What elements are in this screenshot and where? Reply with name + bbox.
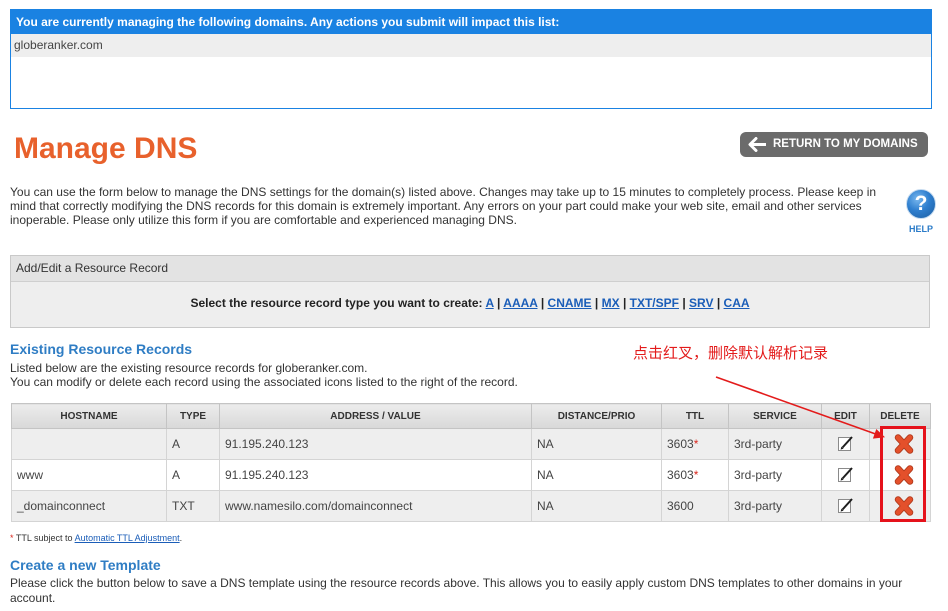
table-row: www A 91.195.240.123 NA 3603* 3rd-party <box>11 459 931 491</box>
cell-address: www.namesilo.com/domainconnect <box>219 490 532 522</box>
edit-icon[interactable] <box>836 496 856 516</box>
help-link[interactable]: ? HELP <box>904 189 938 235</box>
column-header-distance: DISTANCE/PRIO <box>531 403 662 429</box>
cell-delete <box>869 428 931 460</box>
create-template-description: Please click the button below to save a … <box>10 576 903 605</box>
cell-type: TXT <box>166 490 220 522</box>
ttl-value: 3603 <box>667 468 694 482</box>
add-edit-panel-title: Add/Edit a Resource Record <box>11 256 929 282</box>
separator: | <box>716 296 721 310</box>
separator: | <box>540 296 545 310</box>
cell-hostname: _domainconnect <box>11 490 167 522</box>
ttl-asterisk: * <box>693 468 699 482</box>
cell-service: 3rd-party <box>728 490 822 522</box>
record-type-link-aaaa[interactable]: AAAA <box>503 296 537 310</box>
separator: | <box>497 296 501 310</box>
managed-domain-item: globeranker.com <box>11 34 931 57</box>
column-header-edit: EDIT <box>821 403 870 429</box>
add-edit-record-panel: Add/Edit a Resource Record Select the re… <box>10 255 930 328</box>
column-header-delete: DELETE <box>869 403 931 429</box>
intro-text: You can use the form below to manage the… <box>10 185 877 227</box>
delete-icon[interactable] <box>893 465 915 485</box>
cell-hostname <box>11 428 167 460</box>
table-header-row: HOSTNAME TYPE ADDRESS / VALUE DISTANCE/P… <box>11 403 931 429</box>
automatic-ttl-adjustment-link[interactable]: Automatic TTL Adjustment <box>75 533 180 543</box>
help-label[interactable]: HELP <box>904 224 938 234</box>
separator: | <box>594 296 599 310</box>
cell-type: A <box>166 459 220 491</box>
record-type-prompt: Select the resource record type you want… <box>190 296 483 310</box>
cell-ttl: 3603* <box>661 428 729 460</box>
column-header-hostname: HOSTNAME <box>11 403 167 429</box>
column-header-service: SERVICE <box>728 403 822 429</box>
record-type-link-srv[interactable]: SRV <box>689 296 713 310</box>
cell-service: 3rd-party <box>728 459 822 491</box>
record-type-link-a[interactable]: A <box>485 296 493 310</box>
edit-icon[interactable] <box>836 434 856 454</box>
existing-records-description: Listed below are the existing resource r… <box>10 361 518 389</box>
record-type-link-txt-spf[interactable]: TXT/SPF <box>630 296 679 310</box>
table-row: A 91.195.240.123 NA 3603* 3rd-party <box>11 428 931 460</box>
existing-records-description-line: You can modify or delete each record usi… <box>10 375 518 389</box>
delete-icon[interactable] <box>893 496 915 516</box>
cell-edit <box>821 490 870 522</box>
record-type-selector: Select the resource record type you want… <box>11 282 929 311</box>
cell-address: 91.195.240.123 <box>219 428 532 460</box>
records-table: HOSTNAME TYPE ADDRESS / VALUE DISTANCE/P… <box>11 403 931 522</box>
create-template-title: Create a new Template <box>10 557 161 573</box>
cell-ttl: 3603* <box>661 459 729 491</box>
cell-distance: NA <box>531 428 662 460</box>
separator: | <box>682 296 686 310</box>
record-type-link-mx[interactable]: MX <box>602 296 620 310</box>
table-row: _domainconnect TXT www.namesilo.com/doma… <box>11 490 931 522</box>
managed-domains-box: You are currently managing the following… <box>10 9 932 109</box>
edit-icon[interactable] <box>836 465 856 485</box>
ttl-footnote: * TTL subject to Automatic TTL Adjustmen… <box>10 532 182 544</box>
record-type-link-cname[interactable]: CNAME <box>548 296 592 310</box>
ttl-value: 3603 <box>667 437 694 451</box>
managed-domains-header: You are currently managing the following… <box>11 10 931 34</box>
delete-icon[interactable] <box>893 434 915 454</box>
ttl-footnote-suffix: . <box>179 533 183 543</box>
ttl-footnote-asterisk: * <box>10 533 14 543</box>
separator: | <box>622 296 627 310</box>
ttl-asterisk: * <box>693 437 699 451</box>
ttl-footnote-text: TTL subject to <box>15 533 73 543</box>
cell-address: 91.195.240.123 <box>219 459 532 491</box>
column-header-ttl: TTL <box>661 403 729 429</box>
cell-delete <box>869 459 931 491</box>
return-button-label: RETURN TO MY DOMAINS <box>773 138 918 150</box>
cell-service: 3rd-party <box>728 428 822 460</box>
existing-records-description-line: Listed below are the existing resource r… <box>10 361 368 375</box>
cell-ttl: 3600 <box>661 490 729 522</box>
annotation-text: 点击红叉，删除默认解析记录 <box>633 345 829 362</box>
cell-edit <box>821 459 870 491</box>
return-to-my-domains-button[interactable]: RETURN TO MY DOMAINS <box>740 132 928 157</box>
record-type-link-caa[interactable]: CAA <box>724 296 750 310</box>
cell-hostname: www <box>11 459 167 491</box>
column-header-address: ADDRESS / VALUE <box>219 403 532 429</box>
cell-delete <box>869 490 931 522</box>
cell-edit <box>821 428 870 460</box>
cell-distance: NA <box>531 490 662 522</box>
column-header-type: TYPE <box>166 403 220 429</box>
cell-type: A <box>166 428 220 460</box>
arrow-left-icon <box>747 137 767 152</box>
page-title: Manage DNS <box>14 132 198 165</box>
existing-records-title: Existing Resource Records <box>10 341 193 357</box>
cell-distance: NA <box>531 459 662 491</box>
question-mark-icon[interactable]: ? <box>906 189 936 219</box>
ttl-value: 3600 <box>667 499 694 513</box>
